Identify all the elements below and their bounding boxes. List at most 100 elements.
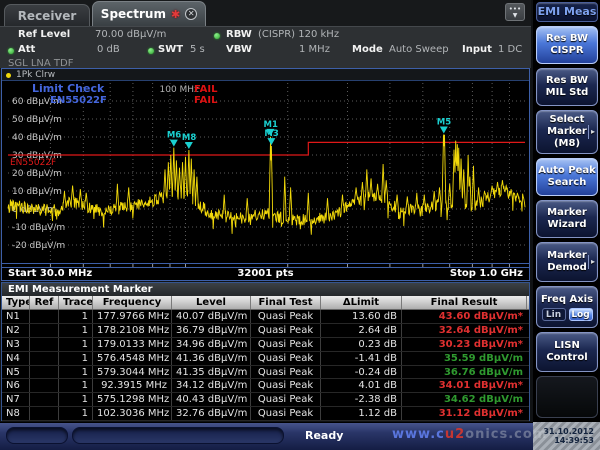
marker-demod-button[interactable]: MarkerDemod▸	[536, 242, 598, 282]
cell-n7-trace: 1	[59, 393, 93, 406]
rbw-value[interactable]: (CISPR) 120 kHz	[258, 29, 339, 40]
marker-table-title: EMI Measurement Marker	[2, 283, 529, 296]
cell-n8-type: N8	[2, 407, 30, 420]
date-text: 31.10.2012	[533, 427, 594, 436]
stop-frequency: Stop 1.0 GHz	[450, 268, 523, 280]
freq-axis-lin-toggle[interactable]: Lin	[542, 308, 566, 321]
cell-n4-delta_limit: -1.41 dB	[321, 352, 402, 365]
cell-n7-ref	[30, 393, 59, 406]
freq-axis-button[interactable]: Freq Axis LinLog	[536, 286, 598, 328]
y-tick-label: 10 dBµV/m	[12, 187, 62, 197]
marker-M3-icon[interactable]	[267, 138, 275, 145]
marker-demod-submenu-arrow-icon: ▸	[588, 255, 595, 269]
table-row-N3[interactable]: N31179.0133 MHz34.96 dBµV/mQuasi Peak0.2…	[2, 338, 529, 352]
spectrum-chart-frame: 1Pk Clrw 60 dBµV/m50 dBµV/m40 dBµV/m30 d…	[1, 68, 530, 281]
marker-M8-label: M8	[182, 133, 196, 143]
res-bw-cispr-button[interactable]: Res BWCISPR	[536, 26, 598, 64]
att-label[interactable]: Att	[18, 44, 35, 55]
more-menu-button[interactable]: ••• ▼	[505, 3, 525, 21]
lisn-control-button[interactable]: LISNControl	[536, 332, 598, 372]
freq-axis-label: Freq Axis	[537, 294, 597, 306]
lisn-control-label-line: Control	[537, 352, 597, 364]
y-tick-label: -10 dBµV/m	[12, 223, 65, 233]
mode-label[interactable]: Mode	[352, 44, 383, 55]
column-header-final-result: Final Result	[402, 296, 527, 309]
cell-n1-frequency: 177.9766 MHz	[93, 310, 172, 323]
res-bw-mil-std-button[interactable]: Res BWMIL Std	[536, 68, 598, 106]
table-row-N8[interactable]: N81102.3036 MHz32.76 dBµV/mQuasi Peak1.1…	[2, 407, 529, 421]
cell-n5-type: N5	[2, 366, 30, 379]
marker-M6-icon[interactable]	[170, 140, 178, 147]
limit-check-line-name: EN55022F	[50, 95, 107, 106]
marker-wizard-button[interactable]: MarkerWizard	[536, 200, 598, 238]
cell-n1-type: N1	[2, 310, 30, 323]
tab-spectrum[interactable]: Spectrum ✱ ✕	[92, 1, 206, 26]
limit-line-label: EN55022F	[10, 158, 56, 168]
close-tab-icon[interactable]: ✕	[185, 8, 197, 20]
rbw-label[interactable]: RBW	[226, 29, 252, 40]
input-value[interactable]: 1 DC	[498, 44, 522, 55]
cell-n8-ref	[30, 407, 59, 420]
swt-label[interactable]: SWT	[158, 44, 183, 55]
auto-peak-search-button[interactable]: Auto PeakSearch	[536, 158, 598, 196]
ref-level-label[interactable]: Ref Level	[18, 29, 70, 40]
statusbar-segment-mid	[72, 427, 284, 444]
cell-n1-final_result: 43.60 dBµV/m*	[402, 310, 527, 323]
cell-n7-type: N7	[2, 393, 30, 406]
cell-n6-frequency: 92.3915 MHz	[93, 379, 172, 392]
cell-n3-delta_limit: 0.23 dB	[321, 338, 402, 351]
auto-peak-search-label-line: Search	[537, 177, 597, 189]
table-row-N6[interactable]: N6192.3915 MHz34.12 dBµV/mQuasi Peak4.01…	[2, 379, 529, 393]
tab-receiver[interactable]: Receiver	[4, 4, 90, 26]
freq-axis-toggle-group: LinLog	[537, 308, 597, 321]
column-header--limit: ΔLimit	[321, 296, 402, 309]
modified-star-icon: ✱	[171, 9, 180, 20]
att-value[interactable]: 0 dB	[97, 44, 120, 55]
limit-check-result-1: FAIL	[194, 84, 218, 95]
tab-spectrum-label: Spectrum	[101, 7, 166, 21]
table-row-N5[interactable]: N51579.3044 MHz41.35 dBµV/mQuasi Peak-0.…	[2, 366, 529, 380]
ref-level-value[interactable]: 70.00 dBµV/m	[95, 29, 166, 40]
y-tick-label: -20 dBµV/m	[12, 241, 65, 251]
cell-n8-level: 32.76 dBµV/m	[172, 407, 251, 420]
cell-n3-final_result: 30.23 dBµV/m*	[402, 338, 527, 351]
input-label[interactable]: Input	[462, 44, 492, 55]
cell-n5-final_test: Quasi Peak	[251, 366, 321, 379]
marker-M8-icon[interactable]	[185, 142, 193, 149]
table-row-N4[interactable]: N41576.4548 MHz41.36 dBµV/mQuasi Peak-1.…	[2, 352, 529, 366]
menu-title-emi-meas[interactable]: EMI Meas	[536, 2, 598, 22]
cell-n4-final_result: 35.59 dBµV/m	[402, 352, 527, 365]
cell-n8-frequency: 102.3036 MHz	[93, 407, 172, 420]
column-header-frequency: Frequency	[93, 296, 172, 309]
vbw-label[interactable]: VBW	[226, 44, 252, 55]
res-bw-mil-std-label-line: Res BW	[537, 75, 597, 87]
res-bw-cispr-label-line: CISPR	[537, 45, 597, 57]
statusbar-segment-left	[6, 427, 68, 444]
vbw-value[interactable]: 1 MHz	[299, 44, 330, 55]
freq-axis-log-toggle[interactable]: Log	[569, 308, 593, 321]
res-bw-mil-std-label-line: MIL Std	[537, 87, 597, 99]
empty-softkey	[536, 376, 598, 418]
table-row-N2[interactable]: N21178.2108 MHz36.79 dBµV/mQuasi Peak2.6…	[2, 324, 529, 338]
table-row-N1[interactable]: N11177.9766 MHz40.07 dBµV/mQuasi Peak13.…	[2, 310, 529, 324]
cell-n1-delta_limit: 13.60 dB	[321, 310, 402, 323]
trace-info-bar[interactable]: 1Pk Clrw	[2, 69, 529, 81]
cell-n6-delta_limit: 4.01 dB	[321, 379, 402, 392]
mode-value[interactable]: Auto Sweep	[389, 44, 449, 55]
cell-n7-final_result: 34.62 dBµV/m	[402, 393, 527, 406]
marker-M5-icon[interactable]	[440, 127, 448, 134]
cell-n5-level: 41.35 dBµV/m	[172, 366, 251, 379]
table-row-N7[interactable]: N71575.1298 MHz40.43 dBµV/mQuasi Peak-2.…	[2, 393, 529, 407]
cell-n4-level: 41.36 dBµV/m	[172, 352, 251, 365]
cell-n2-delta_limit: 2.64 dB	[321, 324, 402, 337]
column-header-type: Type	[2, 296, 30, 309]
cell-n2-final_result: 32.64 dBµV/m*	[402, 324, 527, 337]
cell-n4-type: N4	[2, 352, 30, 365]
swt-value[interactable]: 5 s	[190, 44, 205, 55]
lisn-control-label-line: LISN	[537, 340, 597, 352]
emi-marker-table-frame: EMI Measurement Marker TypeRefTraceFrequ…	[1, 282, 530, 421]
marker-table: TypeRefTraceFrequencyLevelFinal TestΔLim…	[2, 296, 529, 421]
select-marker-button[interactable]: SelectMarker(M8)▸	[536, 110, 598, 154]
trace-polyline	[8, 135, 525, 235]
cell-n8-final_result: 31.12 dBµV/m*	[402, 407, 527, 420]
